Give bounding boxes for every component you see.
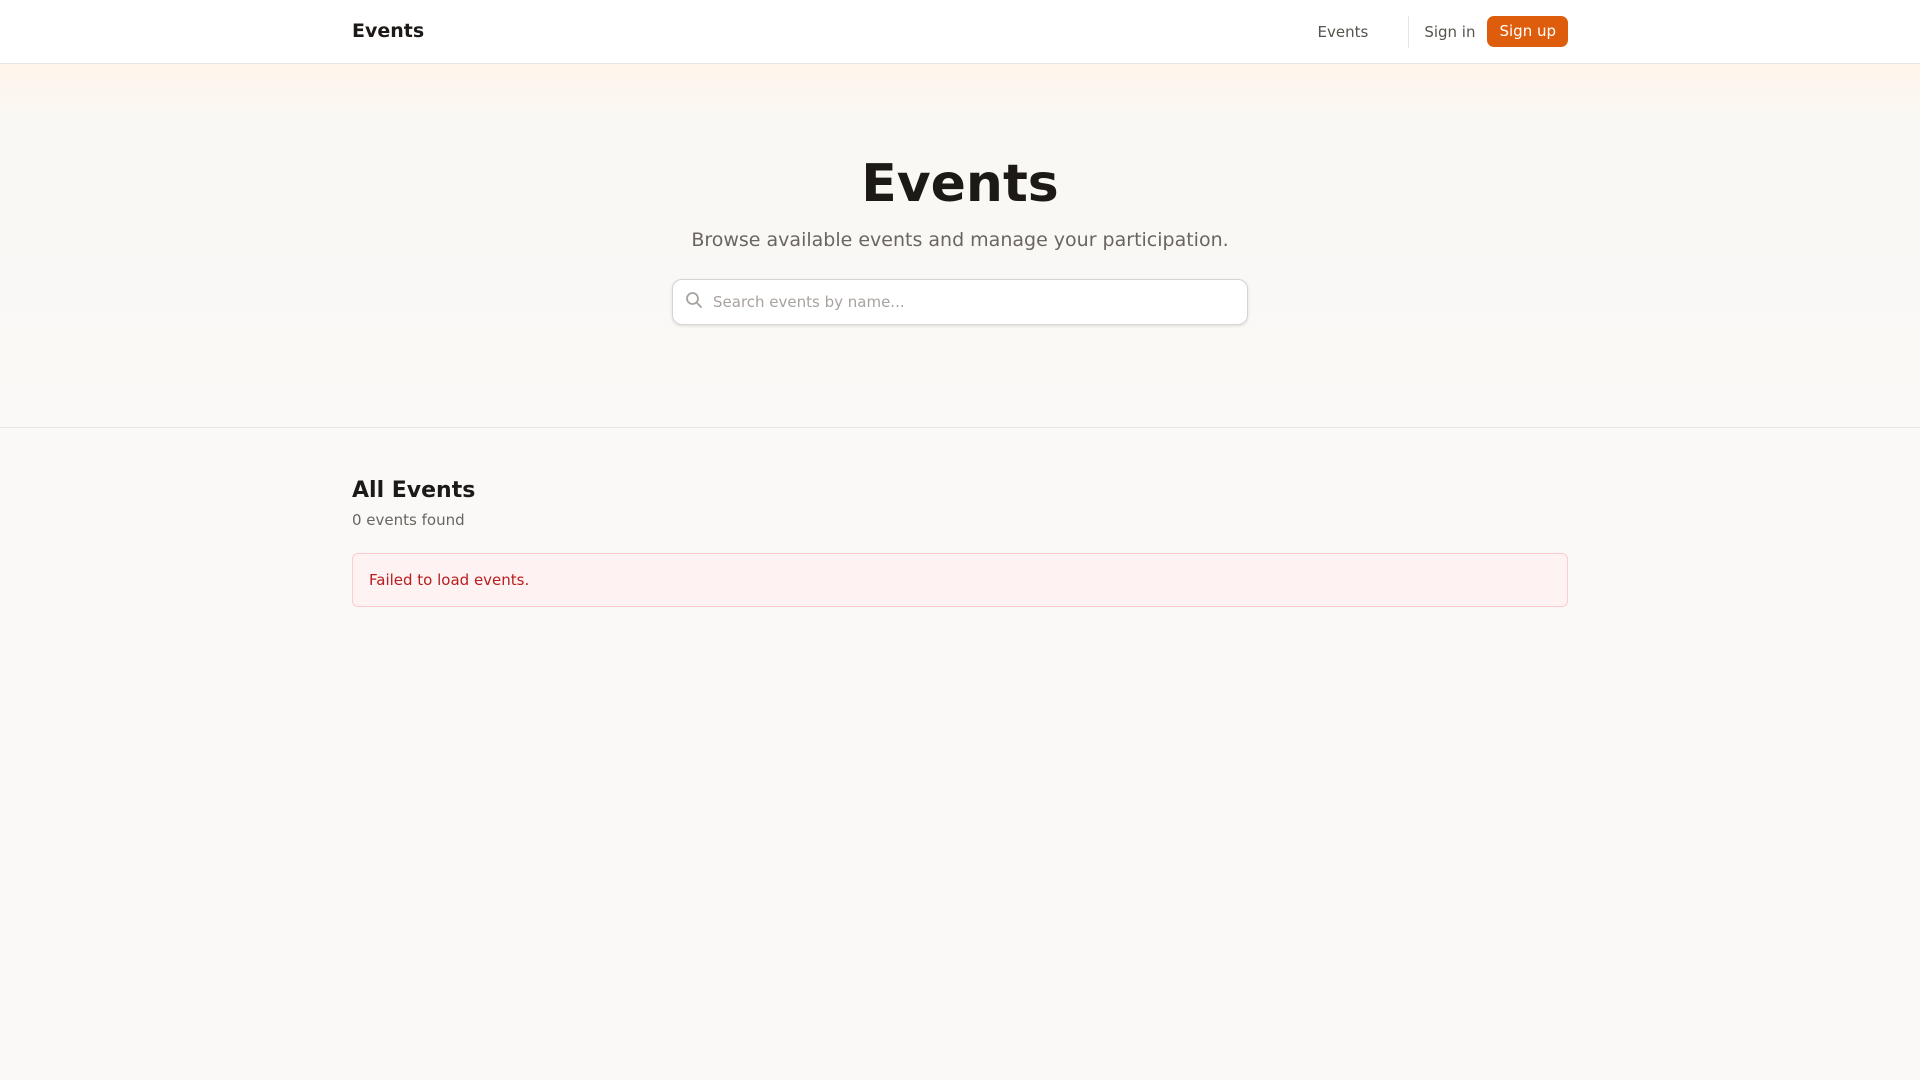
sign-in-link[interactable]: Sign in <box>1424 23 1475 41</box>
page-subtitle: Browse available events and manage your … <box>691 229 1229 252</box>
search-box <box>672 279 1248 326</box>
section-heading: All Events <box>352 478 476 503</box>
nav-links: Events Sign in Sign up <box>1318 15 1568 48</box>
hero-section: Events Browse available events and manag… <box>0 64 1920 428</box>
error-alert: Failed to load events. <box>352 553 1568 607</box>
events-count: 0 events found <box>352 511 465 529</box>
brand-logo[interactable]: Events <box>352 20 424 42</box>
nav-divider <box>1408 15 1410 48</box>
nav-events-link[interactable]: Events <box>1318 23 1369 41</box>
page-title: Events <box>861 154 1059 214</box>
search-icon <box>685 291 703 313</box>
events-section: All Events 0 events found Failed to load… <box>352 428 1568 607</box>
top-nav: Events Events Sign in Sign up <box>0 0 1920 64</box>
sign-up-button[interactable]: Sign up <box>1487 16 1568 47</box>
search-input[interactable] <box>713 293 1247 312</box>
